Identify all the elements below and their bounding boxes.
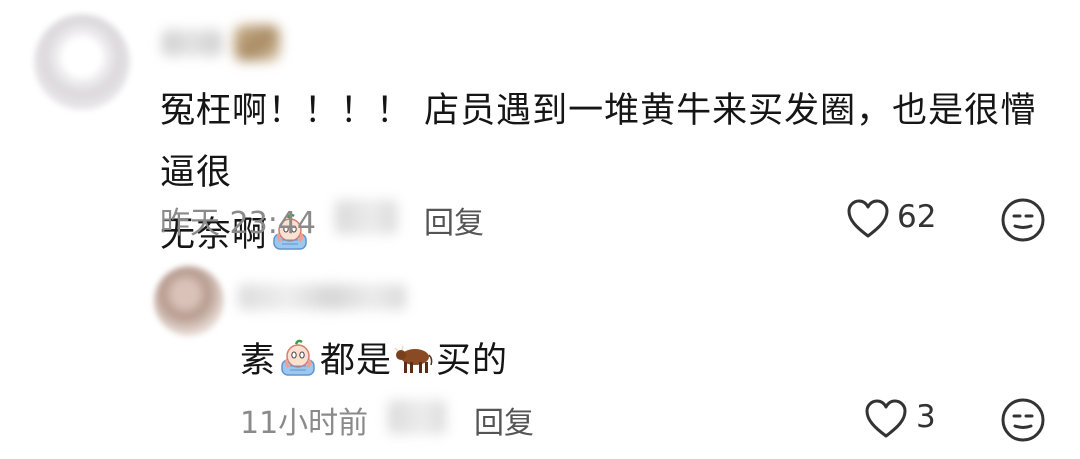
heart-outline-icon[interactable] bbox=[846, 198, 890, 240]
reply-button[interactable]: 回复 bbox=[424, 198, 484, 242]
username-blurred[interactable] bbox=[238, 284, 406, 310]
like-count: 62 bbox=[897, 199, 937, 235]
reply-button[interactable]: 回复 bbox=[474, 398, 534, 442]
neutral-face-icon[interactable] bbox=[1000, 197, 1046, 243]
location-blurred bbox=[335, 200, 397, 234]
avatar[interactable] bbox=[34, 14, 130, 110]
like-count: 3 bbox=[916, 399, 936, 435]
cow-emoji-icon bbox=[394, 345, 433, 373]
avatar[interactable] bbox=[154, 266, 224, 336]
neutral-face-icon[interactable] bbox=[1000, 397, 1046, 443]
reply-text-part: 素 bbox=[240, 341, 277, 381]
reply-comment-text: 素 都是 买的 bbox=[240, 330, 508, 392]
comment-timestamp: 昨天 23:44 bbox=[160, 206, 316, 241]
username-blurred[interactable] bbox=[162, 30, 222, 56]
comment-timestamp: 11小时前 bbox=[240, 406, 369, 441]
username-emoji-blurred bbox=[234, 25, 280, 61]
location-blurred bbox=[388, 400, 446, 434]
heart-outline-icon[interactable] bbox=[864, 398, 908, 440]
reply-text-part: 买的 bbox=[436, 341, 509, 381]
crying-peach-emoji-icon bbox=[281, 339, 315, 376]
comment-text-line: 冤枉啊！！！！ 店员遇到一堆黄牛来买发圈，也是很懵逼很 bbox=[160, 91, 1037, 193]
reply-text-part: 都是 bbox=[320, 341, 393, 381]
